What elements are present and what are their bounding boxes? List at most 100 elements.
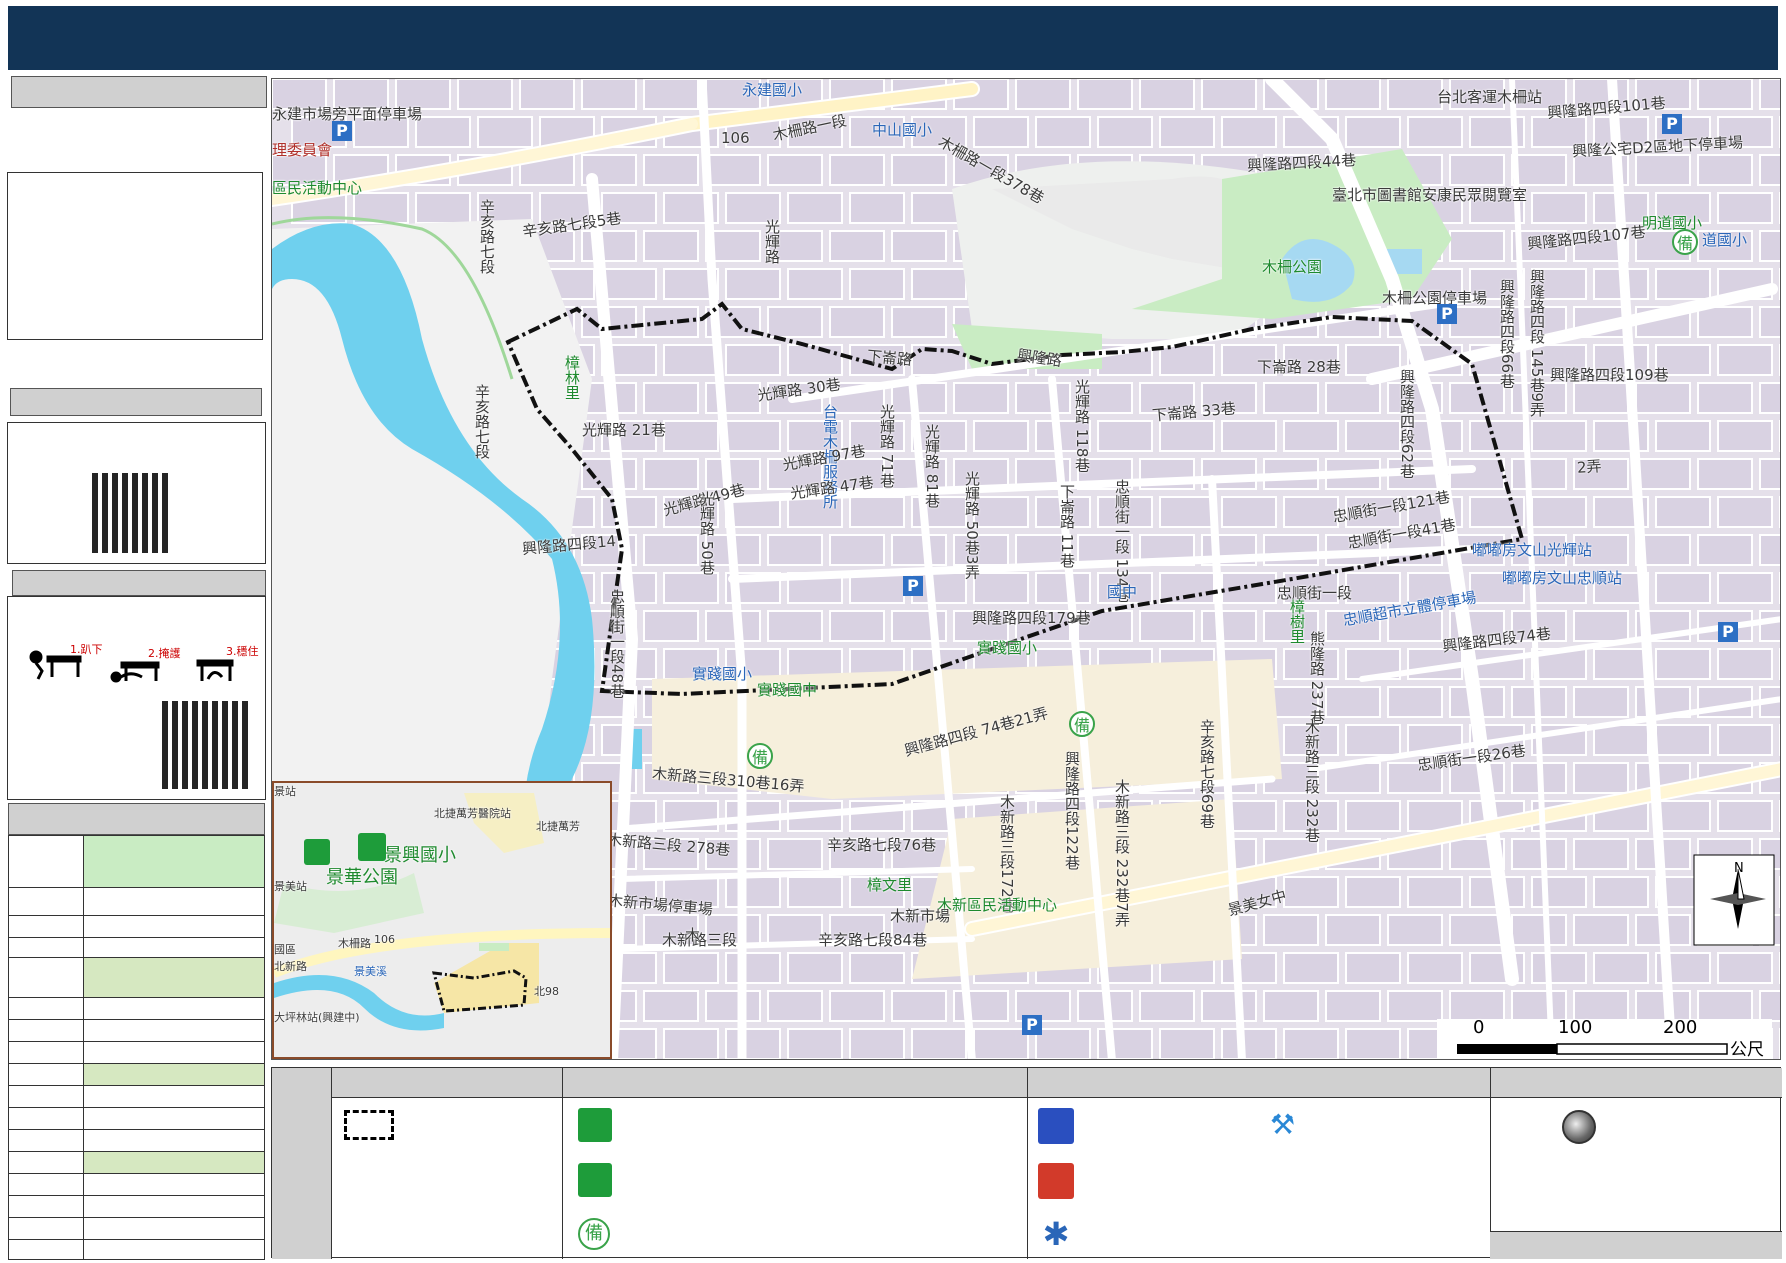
table-row <box>9 1020 264 1042</box>
legend-side <box>272 1068 332 1259</box>
map-label: 光輝路 21巷 <box>582 421 666 439</box>
map-label: 木 <box>683 927 701 942</box>
table-row <box>9 1196 264 1218</box>
qr-code-1[interactable] <box>92 473 172 553</box>
map-label: 辛亥路七段76巷 <box>827 836 937 854</box>
sidebar-header-1 <box>11 76 267 108</box>
map-label: 光輝路 50巷 <box>698 491 716 575</box>
legend-footer <box>1490 1231 1782 1259</box>
sidebar-header-3 <box>12 570 266 596</box>
map-label: 興隆路四段109巷 <box>1550 366 1669 384</box>
table-row <box>9 938 264 958</box>
table-row <box>9 1042 264 1064</box>
scale-tick-0: 0 <box>1473 1017 1485 1038</box>
map-label: 熊隆路 237巷 <box>1308 631 1326 725</box>
inset-label: 北98 <box>534 985 559 998</box>
map-label: 實踐國中 <box>757 681 818 699</box>
parking-icon: P <box>903 576 923 596</box>
map-label: 光輝路 71巷 <box>878 404 896 488</box>
table-row <box>9 998 264 1020</box>
map-label: 辛亥路七段84巷 <box>818 931 928 949</box>
map-label: 區民活動中心 <box>272 179 363 197</box>
map-label: 國中 <box>1107 583 1138 601</box>
table-row <box>9 1218 264 1240</box>
backup-shelter-icon: 備 <box>1069 711 1095 737</box>
map-label: 辛亥路七段 <box>478 199 496 274</box>
map-label: 木柵公園 <box>1262 258 1323 276</box>
parking-icon: P <box>1022 1015 1042 1035</box>
map-label: 樟文里 <box>867 876 913 894</box>
boundary-legend-icon <box>344 1110 394 1140</box>
title-banner <box>8 6 1778 70</box>
map-label: 木柵公園停車場 <box>1382 289 1488 307</box>
police-legend-icon <box>1038 1108 1074 1144</box>
map-label: 實踐國小 <box>977 639 1038 657</box>
medical-legend-icon: ✱ <box>1042 1215 1070 1253</box>
inset-map[interactable]: 北捷萬芳醫院站 北捷萬芳 景興國小 景華公園 木柵路 106 景美溪 北新路 大坪林站(興建中)… <box>272 781 612 1059</box>
parking-icon: P <box>1718 622 1738 642</box>
water-legend-icon: ⚒ <box>1270 1108 1296 1141</box>
map-label: 木新路三段 232巷 <box>1303 719 1321 843</box>
map-label: 臺北市圖書館安康民眾閱覽室 <box>1332 186 1528 204</box>
table-row <box>9 1240 264 1260</box>
shelter-icon <box>358 833 386 861</box>
backup-shelter-icon: 備 <box>1672 229 1698 255</box>
qr-box-1 <box>7 422 266 564</box>
map-label: 光輝路 118巷 <box>1073 379 1091 473</box>
inset-label: 106 <box>374 933 395 946</box>
map-label: 木新路三段 232巷7弄 <box>1113 779 1131 927</box>
map-label: 興隆路四段179巷 <box>972 609 1091 627</box>
map-label: 興隆路四段122巷 <box>1063 751 1081 870</box>
map-label: 106 <box>721 129 750 147</box>
map-label: 木新區民活動中心 <box>937 896 1058 914</box>
table-row <box>9 916 264 938</box>
scale-bar <box>1437 1019 1772 1059</box>
parking-icon: P <box>1437 304 1457 324</box>
point-legend-icon <box>1562 1110 1596 1144</box>
legend: 備 ✱ ⚒ <box>271 1067 1782 1259</box>
scale-tick-200: 200 <box>1663 1017 1698 1038</box>
map-label: 光輝路 50巷3弄 <box>963 471 981 580</box>
map-label: 興隆路四段 145巷9弄 <box>1528 269 1546 417</box>
inset-label: 北捷萬芳醫院站 <box>434 807 511 820</box>
table-row <box>9 1152 264 1174</box>
legend-header <box>332 1068 1782 1098</box>
map-label: 明道國小 <box>1642 214 1703 232</box>
fire-legend-icon <box>1038 1163 1074 1199</box>
map-label: 光輝路 <box>763 219 781 264</box>
inset-label: 景美站 <box>274 880 307 893</box>
sidebar-table <box>8 835 265 1260</box>
drill-box: 1.趴下 2.掩護 3.穩住 <box>7 596 266 800</box>
parking-icon: P <box>1662 114 1682 134</box>
map-label: 嘟嘟房文山忠順站 <box>1502 569 1623 587</box>
scale-unit: 公尺 <box>1730 1040 1764 1060</box>
map-label: 下崙路 <box>866 347 913 369</box>
table-row <box>9 1086 264 1108</box>
inset-label: 北新路 <box>274 960 307 973</box>
shelter-legend-icon <box>578 1108 612 1142</box>
map-label: 下崙路 28巷 <box>1257 358 1341 376</box>
inset-label: 景華公園 <box>326 867 398 888</box>
info-box <box>7 172 263 340</box>
map-label: 台北客運木柵站 <box>1437 88 1543 106</box>
map-label: 樟林里 <box>563 355 581 400</box>
map-label: 理委員會 <box>272 141 333 159</box>
map-label: 興隆路四段62巷 <box>1398 369 1416 479</box>
map-label: 木新市場 <box>890 907 951 925</box>
qr-code-2[interactable] <box>162 701 250 789</box>
table-row <box>9 1130 264 1152</box>
parking-icon: P <box>332 121 352 141</box>
inset-label: 景站 <box>274 785 296 798</box>
map-label: 辛亥路七段 <box>473 384 491 459</box>
map-label: 光輝路 81巷 <box>923 424 941 508</box>
map-label: 辛亥路七段69巷 <box>1198 719 1216 829</box>
map-label: 道國小 <box>1702 231 1748 249</box>
inset-label: 國區 <box>274 943 296 956</box>
north-label: N <box>1734 861 1744 876</box>
table-row <box>9 1174 264 1196</box>
drill-step-3: 3.穩住 <box>226 644 259 658</box>
backup-shelter-icon: 備 <box>747 743 773 769</box>
table-row <box>9 958 264 998</box>
map-label: 永建國小 <box>742 81 803 99</box>
map-label: 中山國小 <box>872 121 933 139</box>
